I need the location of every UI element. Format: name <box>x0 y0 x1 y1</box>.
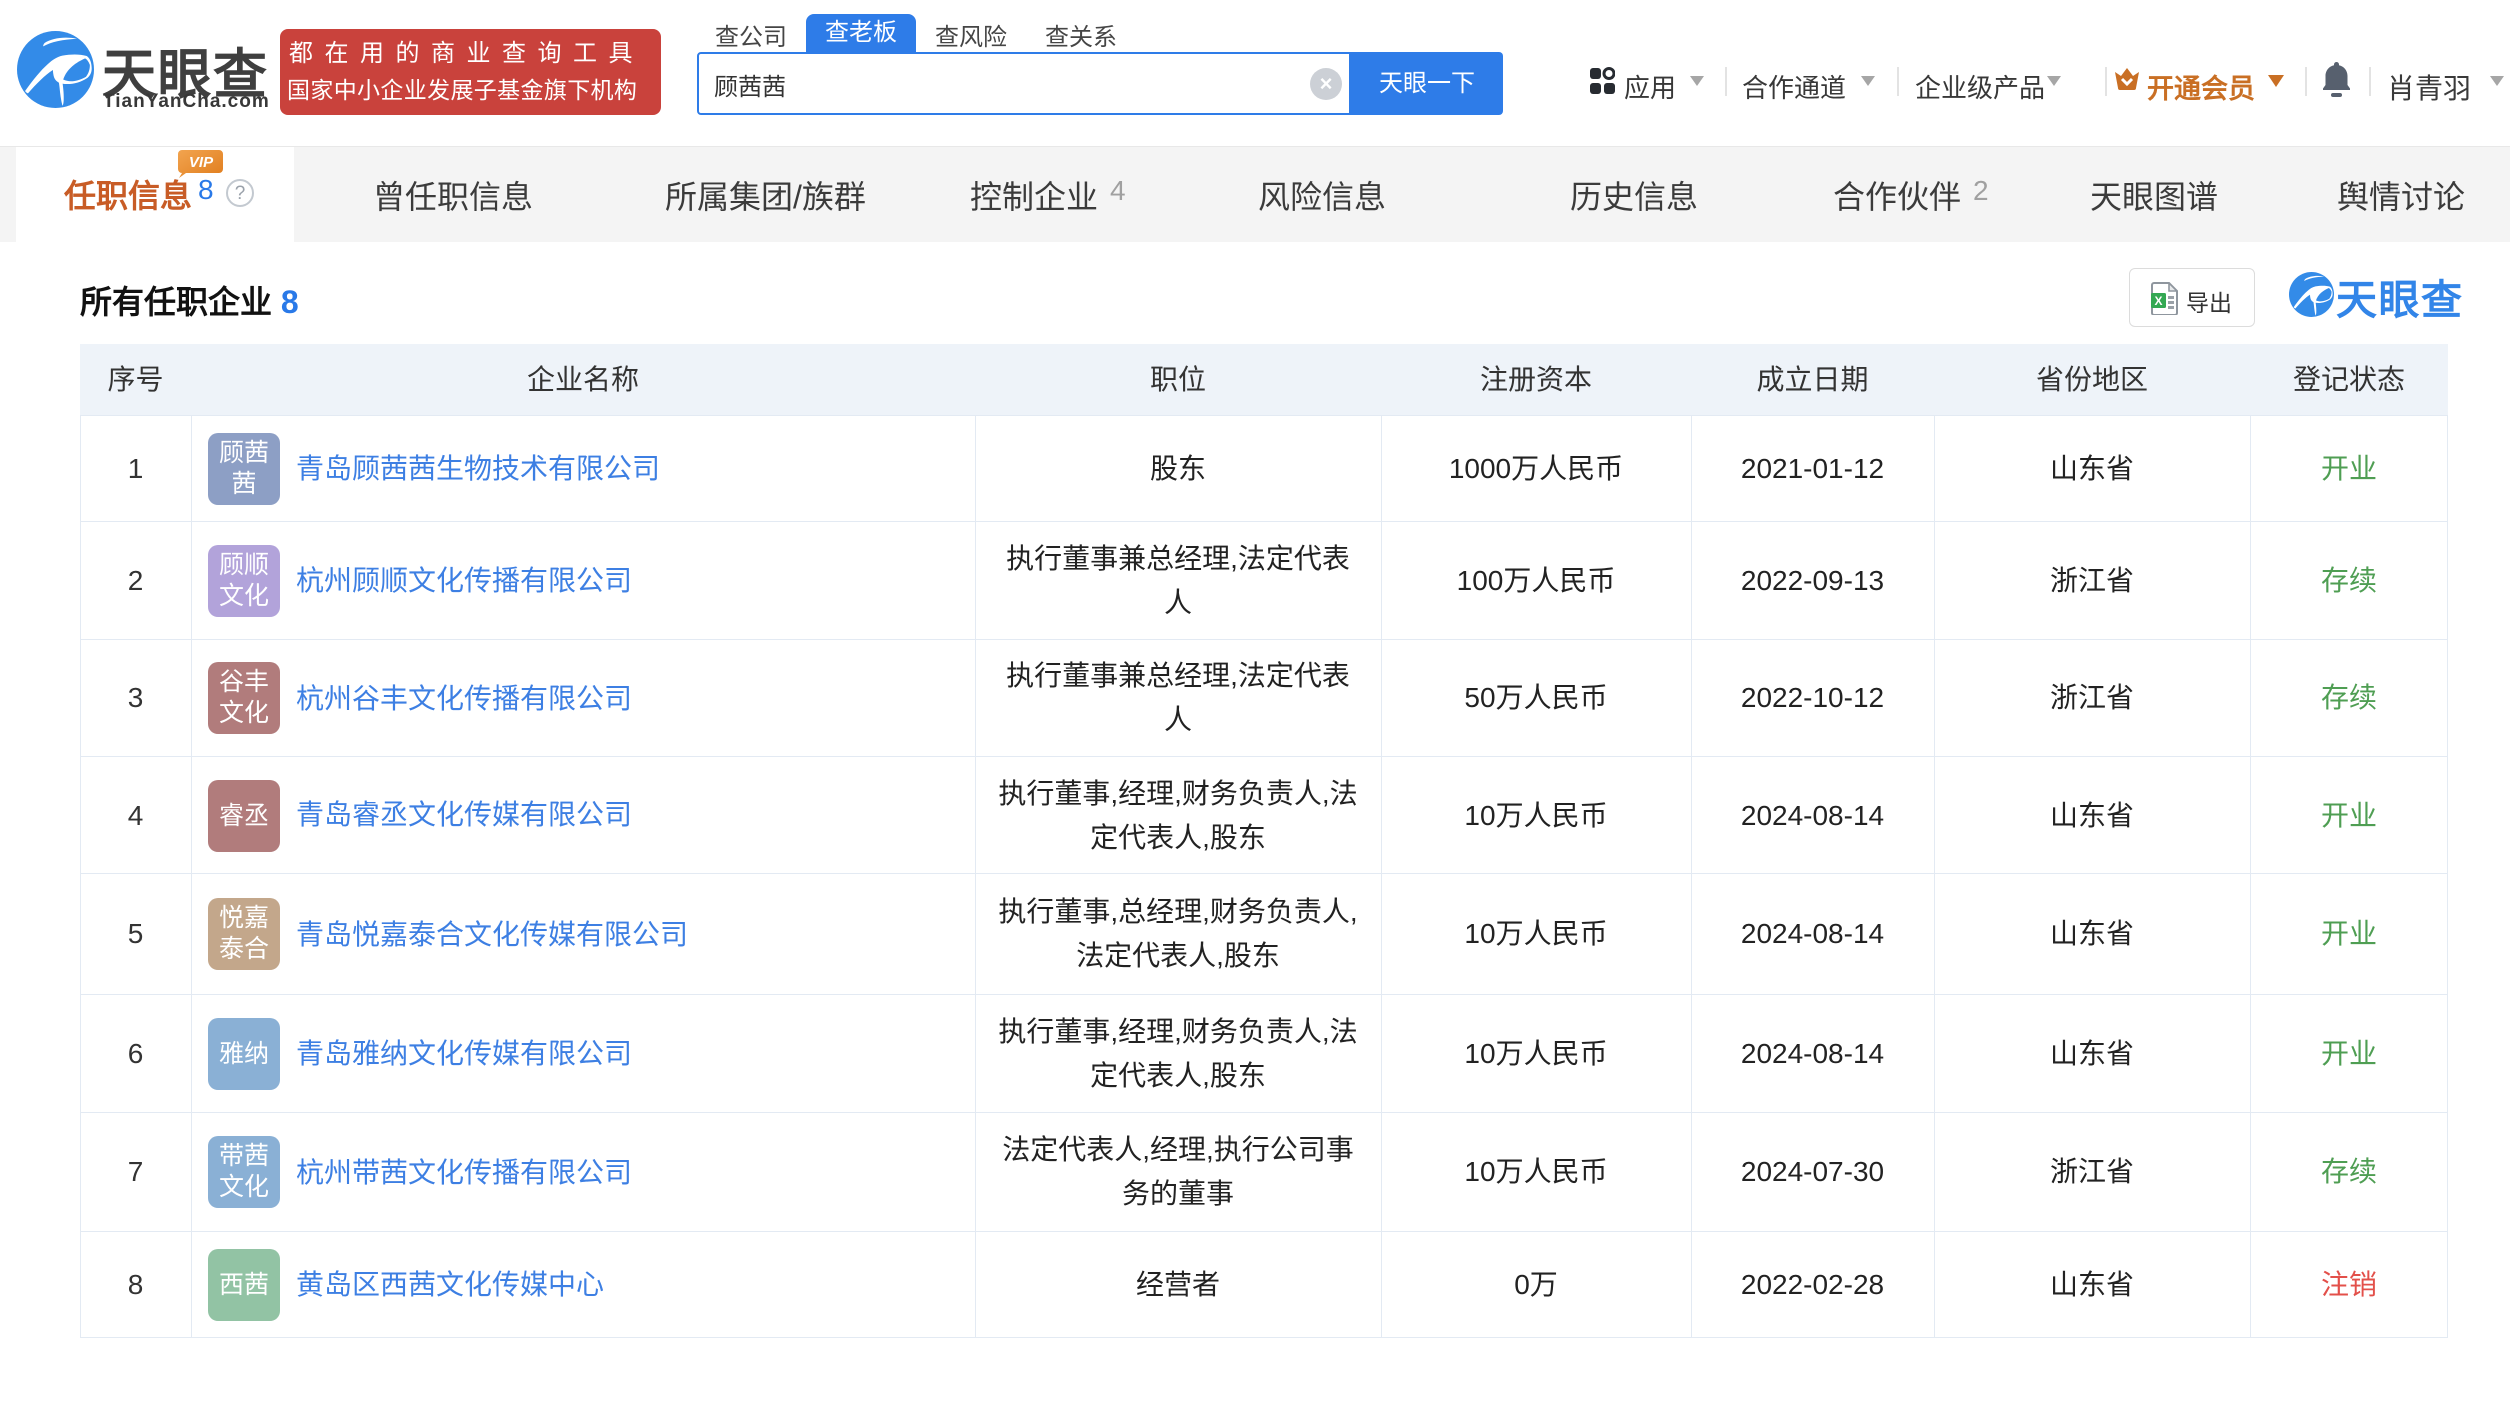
svg-text:VIP: VIP <box>189 154 214 171</box>
svg-text:X: X <box>2154 294 2162 308</box>
